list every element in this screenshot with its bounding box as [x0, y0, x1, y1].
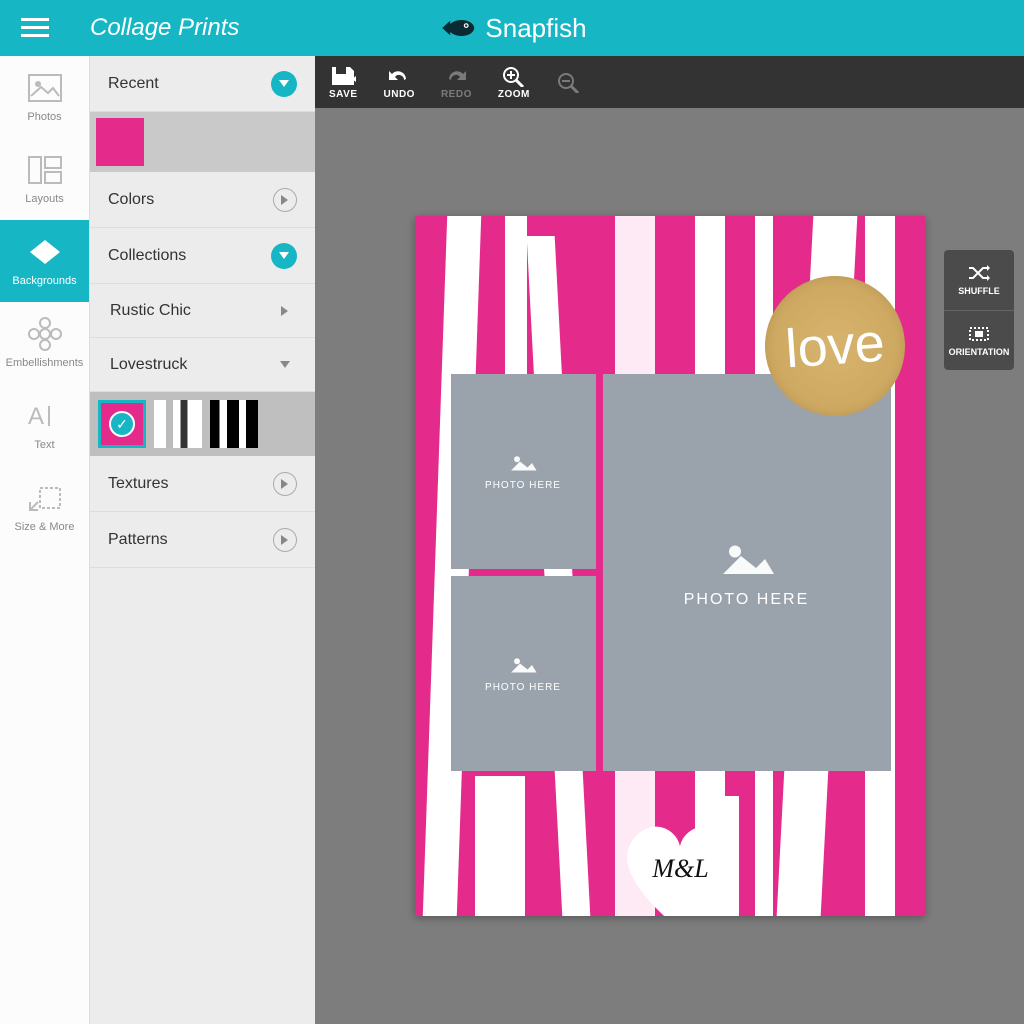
image-placeholder-icon — [508, 452, 538, 474]
resize-icon — [28, 481, 62, 515]
photo-slot-3[interactable]: PHOTO HERE — [603, 374, 891, 771]
collage-card[interactable]: PHOTO HERE PHOTO HERE PHOTO HERE love M&… — [415, 216, 925, 916]
image-placeholder-icon — [717, 537, 777, 581]
chevron-down-icon — [271, 243, 297, 269]
flower-icon — [28, 317, 62, 351]
fish-icon — [437, 14, 477, 42]
collection-lovestruck[interactable]: Lovestruck — [90, 338, 315, 392]
layouts-icon — [28, 153, 62, 187]
left-rail: Photos Layouts Backgrounds Embellishment… — [0, 56, 90, 1024]
save-button[interactable]: SAVE — [329, 65, 358, 100]
shuffle-button[interactable]: SHUFFLE — [944, 250, 1014, 310]
hamburger-icon — [21, 18, 49, 38]
rail-layouts[interactable]: Layouts — [0, 138, 89, 220]
collection-rustic-chic[interactable]: Rustic Chic — [90, 284, 315, 338]
brand-name: Snapfish — [485, 13, 586, 44]
rail-embellishments[interactable]: Embellishments — [0, 302, 89, 384]
rail-text[interactable]: A Text — [0, 384, 89, 466]
backgrounds-icon — [28, 235, 62, 269]
top-bar: Collage Prints Snapfish — [0, 0, 1024, 56]
text-icon: A — [28, 399, 62, 433]
recent-thumb-1[interactable] — [96, 118, 144, 166]
floating-controls: SHUFFLE ORIENTATION — [944, 250, 1014, 370]
chevron-right-icon — [273, 472, 297, 496]
photo-slot-2[interactable]: PHOTO HERE — [451, 576, 596, 771]
bg-thumb-white[interactable] — [154, 400, 202, 448]
side-panel: Recent Colors Collections Rustic Chic Lo… — [90, 56, 315, 1024]
editor-toolbar: SAVE UNDO REDO ZOOM — [315, 56, 1024, 108]
canvas-area: SAVE UNDO REDO ZOOM SHUFFLE — [315, 56, 1024, 1024]
canvas-stage: PHOTO HERE PHOTO HERE PHOTO HERE love M&… — [315, 108, 1024, 1024]
panel-textures[interactable]: Textures — [90, 456, 315, 512]
photos-icon — [28, 71, 62, 105]
zoom-out-button — [556, 71, 582, 93]
brand-logo[interactable]: Snapfish — [437, 13, 586, 44]
rail-size-more[interactable]: Size & More — [0, 466, 89, 548]
heart-text[interactable]: M&L — [631, 854, 731, 884]
chevron-down-icon — [273, 353, 297, 377]
redo-button: REDO — [441, 65, 472, 100]
bg-thumb-pink[interactable] — [98, 400, 146, 448]
redo-icon — [443, 65, 469, 87]
panel-recent[interactable]: Recent — [90, 56, 315, 112]
zoom-in-button[interactable]: ZOOM — [498, 65, 530, 100]
chevron-right-icon — [273, 299, 297, 323]
undo-icon — [386, 65, 412, 87]
chevron-down-icon — [271, 71, 297, 97]
menu-button[interactable] — [0, 0, 70, 56]
page-title: Collage Prints — [90, 14, 239, 42]
panel-patterns[interactable]: Patterns — [90, 512, 315, 568]
panel-collections[interactable]: Collections — [90, 228, 315, 284]
shuffle-icon — [968, 264, 990, 282]
image-placeholder-icon — [508, 654, 538, 676]
chevron-right-icon — [273, 188, 297, 212]
svg-text:A: A — [28, 403, 44, 430]
rail-photos[interactable]: Photos — [0, 56, 89, 138]
rail-backgrounds[interactable]: Backgrounds — [0, 220, 89, 302]
orientation-icon — [968, 325, 990, 343]
photo-slot-1[interactable]: PHOTO HERE — [451, 374, 596, 569]
zoom-out-icon — [556, 71, 582, 93]
panel-colors[interactable]: Colors — [90, 172, 315, 228]
zoom-in-icon — [501, 65, 527, 87]
chevron-right-icon — [273, 528, 297, 552]
save-icon — [330, 65, 356, 87]
recent-thumbs — [90, 112, 315, 172]
bg-thumb-black[interactable] — [210, 400, 258, 448]
orientation-button[interactable]: ORIENTATION — [944, 310, 1014, 370]
panel-empty — [90, 568, 315, 1024]
undo-button[interactable]: UNDO — [384, 65, 415, 100]
lovestruck-thumbs — [90, 392, 315, 456]
